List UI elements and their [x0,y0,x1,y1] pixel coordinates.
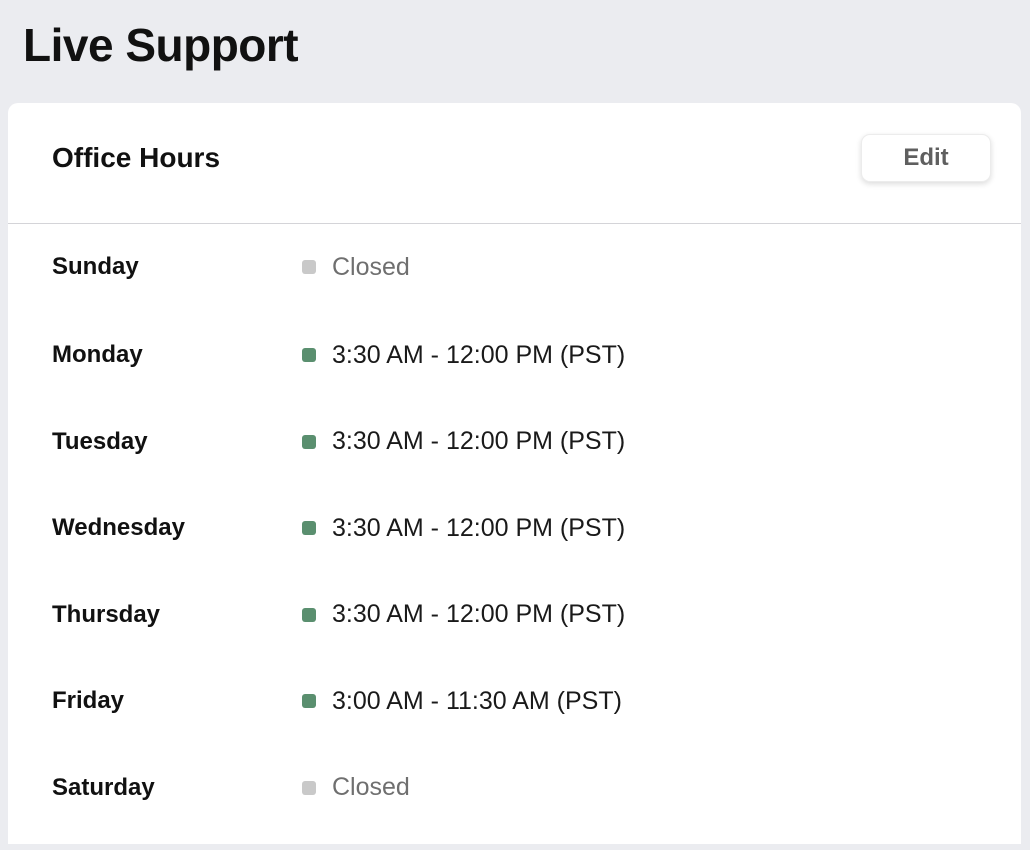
status-indicator-icon [302,780,316,795]
status-text: 3:30 AM - 12:00 PM (PST) [332,600,626,629]
status: 3:30 AM - 12:00 PM (PST) [302,341,625,370]
status: 3:30 AM - 12:00 PM (PST) [302,600,625,629]
status: 3:00 AM - 11:30 AM (PST) [302,687,622,716]
day-label: Saturday [52,773,155,801]
status-text: 3:30 AM - 12:00 PM (PST) [332,340,626,369]
day-label: Wednesday [52,514,185,542]
status-indicator-icon [302,521,316,536]
hours-list: Sunday Closed Monday 3:30 AM - 12:00 PM … [8,224,1021,831]
status: 3:30 AM - 12:00 PM (PST) [302,427,625,456]
day-label: Tuesday [52,427,148,455]
hours-row-monday: Monday 3:30 AM - 12:00 PM (PST) [8,312,1021,399]
office-hours-card: Office Hours Edit Sunday Closed Monday 3… [8,103,1021,844]
status-text: 3:00 AM - 11:30 AM (PST) [332,686,622,715]
day-label: Friday [52,687,125,715]
day-label: Sunday [52,253,139,280]
status-text: 3:30 AM - 12:00 PM (PST) [332,513,626,542]
status-text: Closed [332,773,410,802]
status-indicator-icon [302,694,316,709]
hours-row-tuesday: Tuesday 3:30 AM - 12:00 PM (PST) [8,399,1021,486]
card-title: Office Hours [52,142,221,173]
day-label: Monday [52,341,143,369]
hours-row-sunday: Sunday Closed [8,224,1021,312]
day-label: Thursday [52,600,161,628]
edit-button[interactable]: Edit [861,134,991,182]
card-header: Office Hours Edit [8,103,1021,224]
status-text: Closed [332,252,410,281]
hours-row-thursday: Thursday 3:30 AM - 12:00 PM (PST) [8,572,1021,659]
status: Closed [302,773,410,802]
status-indicator-icon [302,260,316,274]
status-indicator-icon [302,434,316,449]
page: Live Support Office Hours Edit Sunday Cl… [0,0,1030,850]
hours-row-wednesday: Wednesday 3:30 AM - 12:00 PM (PST) [8,485,1021,572]
status-text: 3:30 AM - 12:00 PM (PST) [332,427,626,456]
status: Closed [302,253,410,282]
status-indicator-icon [302,607,316,622]
hours-row-saturday: Saturday Closed [8,745,1021,832]
page-title: Live Support [23,19,299,71]
status-indicator-icon [302,348,316,363]
hours-row-friday: Friday 3:00 AM - 11:30 AM (PST) [8,658,1021,745]
status: 3:30 AM - 12:00 PM (PST) [302,514,625,543]
